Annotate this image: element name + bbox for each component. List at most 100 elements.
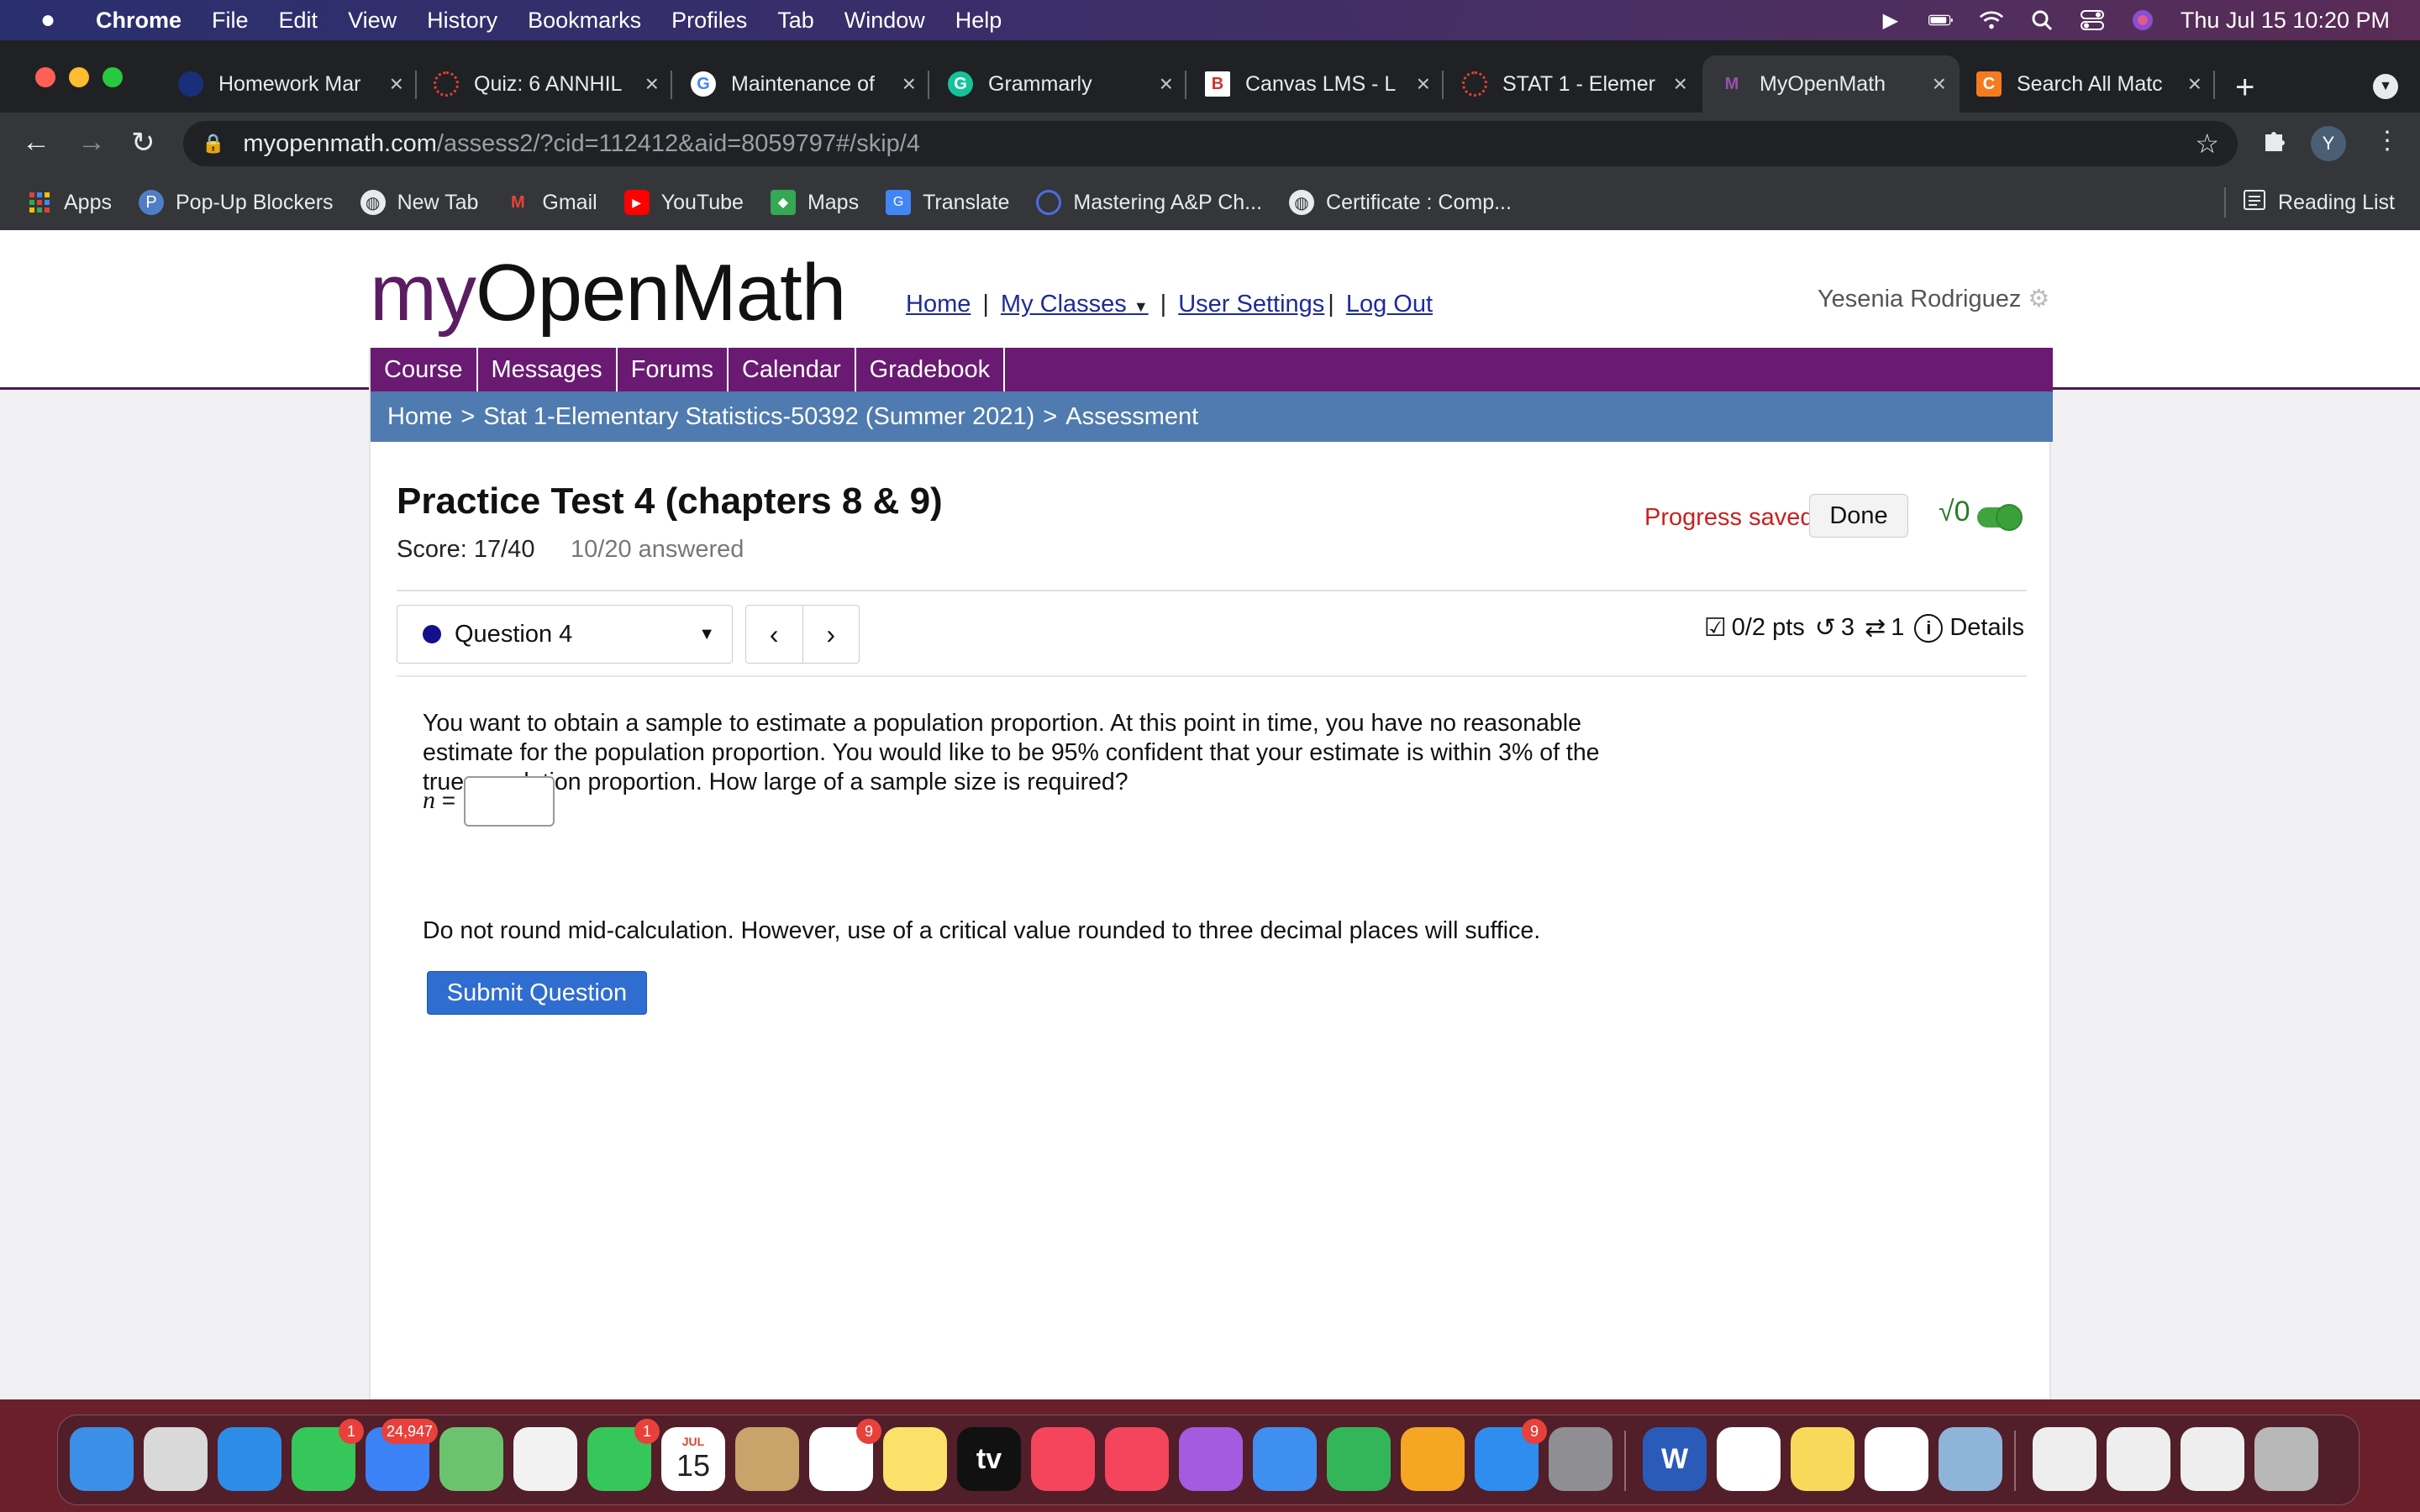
- dock-stickies-icon[interactable]: [1791, 1427, 1854, 1491]
- close-tab-icon[interactable]: ×: [390, 71, 403, 97]
- zoom-window-button[interactable]: [103, 67, 123, 87]
- dock-facetime-icon[interactable]: 1: [587, 1419, 660, 1491]
- tab-search-chevron-icon[interactable]: ▼: [2373, 74, 2398, 99]
- tab-stat1[interactable]: STAT 1 - Elemer ×: [1449, 55, 1701, 113]
- dock-trash-icon[interactable]: [2254, 1427, 2318, 1491]
- question-select[interactable]: Question 4 ▼: [397, 605, 733, 664]
- dock-keynote-icon[interactable]: [1253, 1427, 1317, 1491]
- course-nav-forums[interactable]: Forums: [618, 348, 729, 391]
- battery-icon[interactable]: [1928, 8, 1954, 33]
- dock-numbers-icon[interactable]: [1327, 1427, 1391, 1491]
- close-tab-icon[interactable]: ×: [902, 71, 916, 97]
- tab-search-all[interactable]: C Search All Matc ×: [1963, 55, 2215, 113]
- lock-icon[interactable]: 🔒: [202, 133, 224, 155]
- bookmark-mastering-ap[interactable]: Mastering A&P Ch...: [1036, 190, 1262, 215]
- menu-view[interactable]: View: [348, 8, 397, 34]
- gear-icon[interactable]: ⚙: [2028, 286, 2049, 312]
- profile-avatar[interactable]: Y: [2311, 126, 2346, 161]
- myopenmath-logo[interactable]: myOpenMath: [370, 247, 846, 339]
- menu-bookmarks[interactable]: Bookmarks: [528, 8, 641, 34]
- menu-app-name[interactable]: Chrome: [96, 8, 182, 34]
- nav-logout-link[interactable]: Log Out: [1346, 291, 1433, 318]
- dock-doc-stack-3-icon[interactable]: [2181, 1427, 2244, 1491]
- bookmark-certificate[interactable]: ◍ Certificate : Comp...: [1289, 190, 1512, 215]
- close-tab-icon[interactable]: ×: [645, 71, 659, 97]
- bookmark-youtube[interactable]: ▶ YouTube: [623, 190, 744, 215]
- apple-menu-icon[interactable]: ●: [24, 6, 72, 34]
- dock-chrome-icon[interactable]: [1717, 1427, 1781, 1491]
- menu-profiles[interactable]: Profiles: [671, 8, 747, 34]
- close-tab-icon[interactable]: ×: [1933, 71, 1946, 97]
- siri-icon[interactable]: [2130, 8, 2155, 33]
- dock-finder-icon[interactable]: [70, 1427, 134, 1491]
- info-icon[interactable]: i: [1914, 613, 1944, 643]
- dock-safari-icon[interactable]: [218, 1427, 281, 1491]
- close-tab-icon[interactable]: ×: [2188, 71, 2202, 97]
- menu-history[interactable]: History: [427, 8, 497, 34]
- submit-question-button[interactable]: Submit Question: [427, 971, 647, 1015]
- extensions-puzzle-icon[interactable]: [2260, 126, 2289, 161]
- previous-question-button[interactable]: ‹: [746, 606, 803, 663]
- done-button[interactable]: Done: [1809, 494, 1908, 538]
- next-question-button[interactable]: ›: [803, 606, 860, 663]
- dock-photos-icon[interactable]: [513, 1427, 577, 1491]
- reading-list[interactable]: Reading List: [2224, 175, 2395, 230]
- new-tab-plus-icon[interactable]: +: [2235, 69, 2254, 107]
- menu-file[interactable]: File: [212, 8, 249, 34]
- menu-window[interactable]: Window: [844, 8, 925, 34]
- wifi-icon[interactable]: [1979, 8, 2004, 33]
- course-nav-calendar[interactable]: Calendar: [729, 348, 856, 391]
- dock-maps-icon[interactable]: [439, 1427, 503, 1491]
- dock-doc-stack-1-icon[interactable]: [2033, 1427, 2096, 1491]
- course-nav-course[interactable]: Course: [371, 348, 478, 391]
- bookmark-new-tab[interactable]: ◍ New Tab: [360, 190, 478, 215]
- menu-help[interactable]: Help: [955, 8, 1002, 34]
- tab-myopenmath-active[interactable]: M MyOpenMath ×: [1702, 55, 1960, 113]
- nav-my-classes-link[interactable]: My Classes ▼: [1001, 291, 1149, 318]
- tab-maintenance[interactable]: G Maintenance of ×: [677, 55, 929, 113]
- menu-clock[interactable]: Thu Jul 15 10:20 PM: [2181, 8, 2390, 34]
- control-center-icon[interactable]: [2080, 8, 2105, 33]
- dock-system-preferences-icon[interactable]: [1549, 1427, 1612, 1491]
- tab-quiz[interactable]: Quiz: 6 ANNHIL ×: [420, 55, 672, 113]
- dock-google-play-icon[interactable]: [1865, 1427, 1928, 1491]
- tab-homework[interactable]: Homework Mar ×: [168, 55, 417, 113]
- close-tab-icon[interactable]: ×: [1160, 71, 1173, 97]
- bookmark-translate[interactable]: G Translate: [886, 190, 1009, 215]
- bookmark-popup-blockers[interactable]: P Pop-Up Blockers: [138, 190, 334, 215]
- dock-app-store-icon[interactable]: 9: [1475, 1419, 1547, 1491]
- bookmark-apps[interactable]: Apps: [27, 190, 112, 215]
- dock-calendar-icon[interactable]: JUL 15: [661, 1427, 725, 1491]
- dock-preview-icon[interactable]: [1939, 1427, 2002, 1491]
- bookmark-maps[interactable]: ◆ Maps: [770, 190, 859, 215]
- dock-podcasts-icon[interactable]: [1179, 1427, 1243, 1491]
- menu-tab[interactable]: Tab: [777, 8, 814, 34]
- dock-apple-tv-icon[interactable]: tv: [957, 1427, 1021, 1491]
- bookmark-gmail[interactable]: M Gmail: [505, 190, 597, 215]
- answer-input[interactable]: [464, 776, 555, 827]
- dock-contacts-icon[interactable]: [735, 1427, 799, 1491]
- dock-news-icon[interactable]: [1105, 1427, 1169, 1491]
- dock-mail-icon[interactable]: 24,947: [366, 1419, 438, 1491]
- tab-grammarly[interactable]: G Grammarly ×: [934, 55, 1186, 113]
- dock-reminders-icon[interactable]: 9: [809, 1419, 881, 1491]
- close-tab-icon[interactable]: ×: [1674, 71, 1687, 97]
- details-link[interactable]: Details: [1949, 614, 2024, 642]
- chrome-menu-icon[interactable]: ⋮: [2375, 126, 2400, 155]
- minimize-window-button[interactable]: [69, 67, 89, 87]
- dock-launchpad-icon[interactable]: [144, 1427, 208, 1491]
- nav-home-link[interactable]: Home: [906, 291, 971, 318]
- menu-edit[interactable]: Edit: [279, 8, 318, 34]
- breadcrumb-course[interactable]: Stat 1-Elementary Statistics-50392 (Summ…: [483, 403, 1034, 431]
- dock-pages-icon[interactable]: [1401, 1427, 1465, 1491]
- tab-canvas-lms[interactable]: B Canvas LMS - L ×: [1192, 55, 1444, 113]
- user-name[interactable]: Yesenia Rodriguez ⚙: [1818, 284, 2049, 313]
- dock-word-icon[interactable]: W: [1643, 1427, 1707, 1491]
- spotlight-search-icon[interactable]: [2029, 8, 2054, 33]
- bookmark-star-icon[interactable]: ☆: [2195, 128, 2219, 160]
- nav-user-settings-link[interactable]: User Settings: [1178, 291, 1324, 318]
- back-arrow-icon[interactable]: ←: [22, 126, 50, 159]
- reload-icon[interactable]: ↻: [131, 126, 155, 160]
- breadcrumb-home[interactable]: Home: [387, 403, 452, 431]
- math-entry-toggle[interactable]: [1977, 504, 2023, 531]
